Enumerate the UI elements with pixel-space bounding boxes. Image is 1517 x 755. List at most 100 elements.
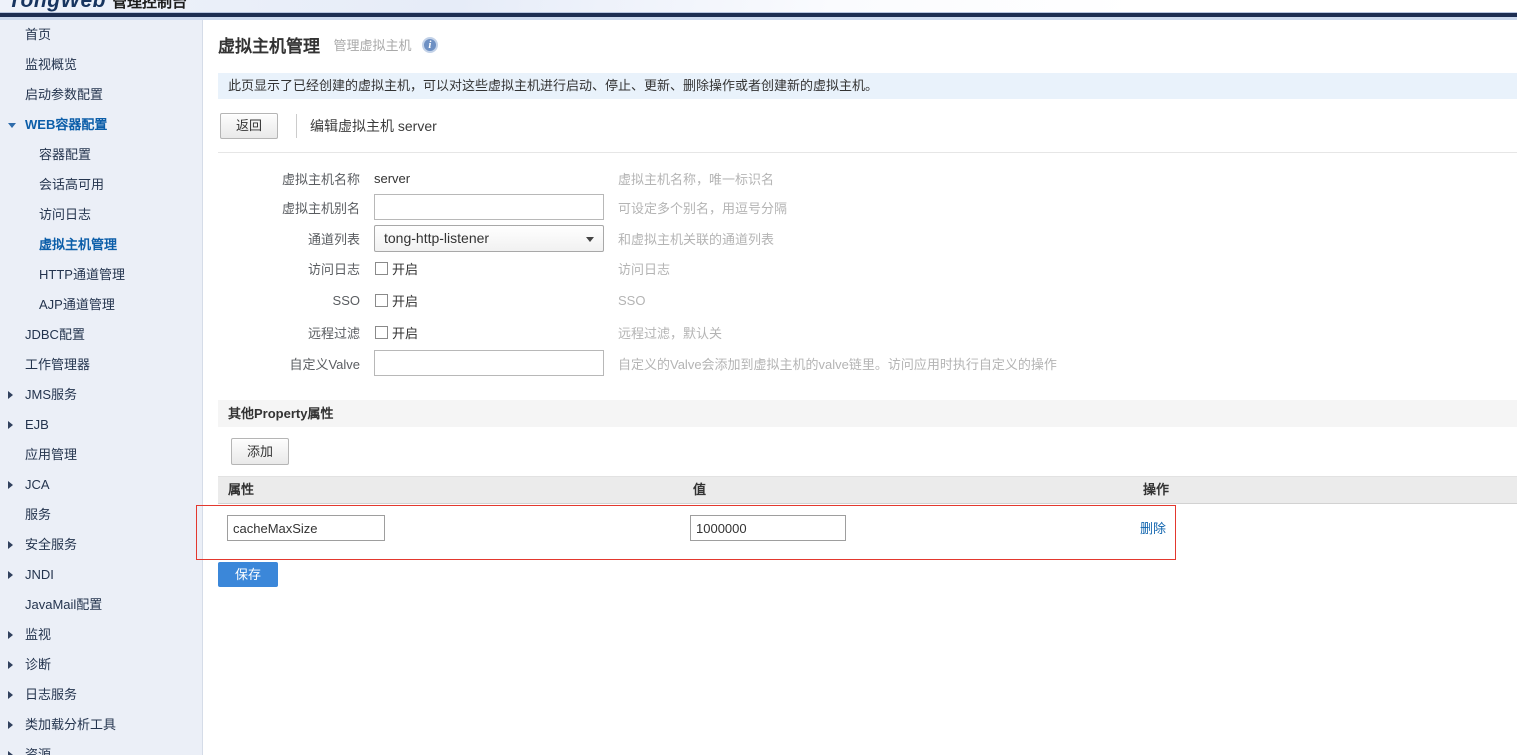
sidebar-item-label: 诊断 — [25, 657, 52, 672]
sidebar-item-22[interactable]: 日志服务 — [0, 680, 202, 710]
sidebar-item-label: 安全服务 — [25, 537, 78, 552]
sidebar-item-13[interactable]: EJB — [0, 410, 202, 440]
chevron-right-icon — [8, 691, 13, 699]
listener-select[interactable]: tong-http-listener — [374, 224, 604, 252]
sidebar-item-8[interactable]: HTTP通道管理 — [0, 260, 202, 290]
toolbar-divider — [296, 114, 297, 138]
checkbox-field: 开启 — [374, 323, 418, 342]
field-hint: 可设定多个别名，用逗号分隔 — [618, 200, 788, 216]
back-button[interactable]: 返回 — [220, 113, 278, 139]
sidebar-item-6[interactable]: 访问日志 — [0, 200, 202, 230]
vhost-name-value: server — [374, 170, 411, 186]
field-label: 自定义Valve — [289, 356, 360, 372]
page-title: 虚拟主机管理 — [218, 37, 320, 56]
sidebar-item-label: 访问日志 — [39, 207, 92, 222]
info-icon[interactable]: i — [421, 36, 438, 53]
main-content: 虚拟主机管理 管理虚拟主机 i 此页显示了已经创建的虚拟主机，可以对这些虚拟主机… — [204, 20, 1517, 755]
form-row: SSO 开启 SSO — [204, 286, 1517, 314]
sidebar-item-label: AJP通道管理 — [39, 297, 115, 312]
app-logo: TongWeb 管理控制台 — [8, 0, 187, 12]
sidebar-item-0[interactable]: 首页 — [0, 20, 202, 50]
sidebar-item-18[interactable]: JNDI — [0, 560, 202, 590]
sidebar-item-2[interactable]: 启动参数配置 — [0, 80, 202, 110]
vhost-alias-input[interactable] — [374, 194, 604, 220]
sso-checkbox[interactable] — [375, 293, 388, 307]
custom-valve-input[interactable] — [374, 350, 604, 376]
checkbox-field: 开启 — [374, 291, 418, 310]
chevron-down-icon — [586, 236, 594, 242]
logo-suffix-text: 管理控制台 — [111, 0, 187, 11]
form-row: 访问日志 开启 访问日志 — [204, 254, 1517, 282]
page-notice: 此页显示了已经创建的虚拟主机，可以对这些虚拟主机进行启动、停止、更新、删除操作或… — [218, 73, 1517, 99]
column-header-name: 属性 — [228, 482, 255, 497]
field-hint: 虚拟主机名称，唯一标识名 — [618, 171, 775, 187]
field-hint: 自定义的Valve会添加到虚拟主机的valve链里。访问应用时执行自定义的操作 — [618, 356, 1057, 372]
sidebar-item-label: EJB — [25, 417, 49, 432]
sidebar-item-label: JDBC配置 — [25, 327, 85, 342]
field-control: 开启 — [374, 291, 604, 310]
property-value-input[interactable] — [690, 515, 846, 541]
sidebar-item-17[interactable]: 安全服务 — [0, 530, 202, 560]
sidebar-item-21[interactable]: 诊断 — [0, 650, 202, 680]
column-header-action: 操作 — [1143, 482, 1170, 497]
save-button[interactable]: 保存 — [218, 562, 278, 587]
checkbox-field: 开启 — [374, 259, 418, 278]
sidebar-item-5[interactable]: 会话高可用 — [0, 170, 202, 200]
delete-link[interactable]: 删除 — [1140, 518, 1166, 537]
chevron-right-icon — [8, 571, 13, 579]
sidebar-item-label: 日志服务 — [25, 687, 78, 702]
sidebar-item-23[interactable]: 类加载分析工具 — [0, 710, 202, 740]
checkbox-label: 开启 — [392, 325, 419, 341]
add-property-button[interactable]: 添加 — [231, 438, 289, 465]
form-row: 虚拟主机名称 server 虚拟主机名称，唯一标识名 — [204, 164, 1517, 192]
sidebar-item-15[interactable]: JCA — [0, 470, 202, 500]
page-subtitle: 管理虚拟主机 — [333, 38, 412, 53]
sidebar-item-label: 会话高可用 — [39, 177, 105, 192]
sidebar-item-11[interactable]: 工作管理器 — [0, 350, 202, 380]
form-row: 通道列表 tong-http-listener 和虚拟主机关联的通道列表 — [204, 224, 1517, 252]
sidebar-item-label: 资源 — [25, 747, 52, 755]
property-section-title: 其他Property属性 — [218, 400, 1517, 427]
sidebar-item-12[interactable]: JMS服务 — [0, 380, 202, 410]
sidebar-item-label: HTTP通道管理 — [39, 267, 125, 282]
sidebar-item-14[interactable]: 应用管理 — [0, 440, 202, 470]
edit-form-title: 编辑虚拟主机 server — [310, 118, 437, 134]
checkbox-label: 开启 — [392, 293, 419, 309]
chevron-right-icon — [8, 391, 13, 399]
sidebar-item-label: 服务 — [25, 507, 52, 522]
sidebar-item-vhost-management[interactable]: 虚拟主机管理 — [0, 230, 202, 260]
field-label: 访问日志 — [307, 261, 360, 277]
sidebar-item-19[interactable]: JavaMail配置 — [0, 590, 202, 620]
select-value: tong-http-listener — [384, 229, 490, 246]
sidebar-item-1[interactable]: 监视概览 — [0, 50, 202, 80]
sidebar-item-label: 应用管理 — [25, 447, 78, 462]
sidebar-item-20[interactable]: 监视 — [0, 620, 202, 650]
sidebar-item-24[interactable]: 资源 — [0, 740, 202, 755]
sidebar-item-label: 类加载分析工具 — [25, 717, 117, 732]
property-name-input[interactable] — [227, 515, 385, 541]
table-row: 删除 — [218, 505, 1517, 560]
sidebar-item-label: 虚拟主机管理 — [39, 237, 118, 252]
sidebar-item-16[interactable]: 服务 — [0, 500, 202, 530]
sidebar-item-9[interactable]: AJP通道管理 — [0, 290, 202, 320]
property-table-header: 属性 值 操作 — [218, 476, 1517, 504]
field-control: 开启 — [374, 259, 604, 278]
sidebar-item-label: 首页 — [25, 27, 52, 42]
checkbox-label: 开启 — [392, 261, 419, 277]
sidebar-item-label: WEB容器配置 — [25, 117, 108, 132]
remote-filter-checkbox[interactable] — [375, 325, 388, 339]
field-label: SSO — [332, 292, 360, 308]
field-control: server — [374, 171, 604, 186]
sidebar-item-label: JNDI — [25, 567, 54, 582]
sidebar-item-label: 工作管理器 — [25, 357, 91, 372]
sidebar-item-label: 监视 — [25, 627, 52, 642]
sidebar-item-web-container-config[interactable]: WEB容器配置 — [0, 110, 202, 140]
top-banner: TongWeb 管理控制台 — [0, 0, 1517, 12]
sidebar-item-4[interactable]: 容器配置 — [0, 140, 202, 170]
sidebar-item-10[interactable]: JDBC配置 — [0, 320, 202, 350]
field-label: 虚拟主机别名 — [281, 200, 360, 216]
chevron-right-icon — [8, 481, 13, 489]
sidebar-item-label: 启动参数配置 — [25, 87, 104, 102]
access-log-checkbox[interactable] — [375, 261, 388, 275]
field-control — [374, 194, 604, 220]
